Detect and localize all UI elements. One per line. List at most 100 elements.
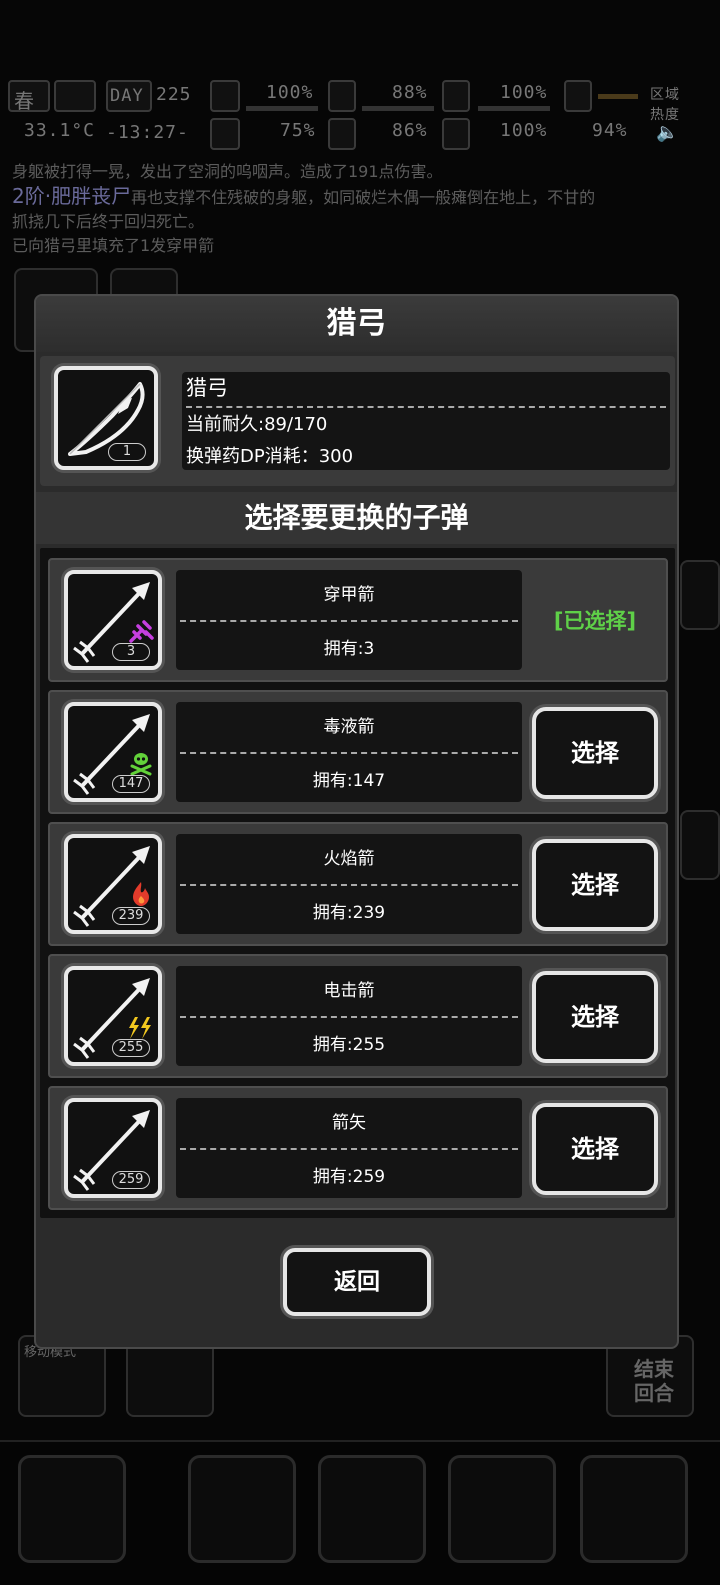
ammo-list[interactable]: 3 穿甲箭 拥有:3 [已选择] 147 毒液箭 拥有:147 选择 239 火… (40, 548, 675, 1218)
select-venom-button[interactable]: 选择 (532, 707, 658, 799)
flame-icon (133, 882, 149, 906)
dialog-title: 猎弓 (36, 296, 677, 352)
ammo-name: 毒液箭 (323, 717, 375, 737)
log-line-rest: 再也支撑不住残破的身躯，如同破烂木偶一般瘫倒在地上，不甘的 (131, 188, 596, 207)
day-label: DAY (110, 86, 144, 106)
ammo-row-venom: 147 毒液箭 拥有:147 选择 (48, 690, 668, 814)
weapon-reload-cost: 换弹药DP消耗：300 (186, 446, 354, 467)
ammo-row-fire: 239 火焰箭 拥有:239 选择 (48, 822, 668, 946)
ammo-icon-box: 147 (64, 702, 162, 802)
end-turn-label: 结束回合 (634, 1357, 674, 1405)
stat-thirst: 86% (392, 120, 428, 141)
medkit-icon (210, 80, 240, 112)
temperature: 33.1°C (24, 120, 96, 141)
stat-sanity: 75% (280, 120, 316, 141)
selected-status: [已选择] (553, 609, 637, 633)
weapon-icon-box: 1 (54, 366, 158, 470)
divider (180, 620, 518, 622)
divider (186, 406, 666, 408)
ammo-row-armor-piercing: 3 穿甲箭 拥有:3 [已选择] (48, 558, 668, 682)
back-button[interactable]: 返回 (283, 1248, 431, 1316)
ammo-icon-box: 255 (64, 966, 162, 1066)
ammo-count-badge: 239 (112, 907, 150, 925)
log-line: 2阶·肥胖丧尸再也支撑不住残破的身躯，如同破烂木偶一般瘫倒在地上，不甘的 (12, 184, 712, 210)
zone-label: 区域 (650, 87, 680, 103)
log-line: 已向猎弓里填充了1发穿甲箭 (12, 236, 215, 255)
divider (180, 1016, 518, 1018)
health-bar (246, 106, 318, 111)
ammo-owned: 拥有:147 (312, 771, 386, 791)
weapon-name: 猎弓 (186, 376, 228, 400)
stat-mood: 100% (500, 120, 548, 141)
select-fire-button[interactable]: 选择 (532, 839, 658, 931)
ammo-name: 电击箭 (323, 981, 375, 1001)
ammo-owned: 拥有:255 (312, 1035, 386, 1055)
divider (180, 752, 518, 754)
stat-health: 100% (266, 82, 314, 103)
battery-icon (442, 80, 470, 112)
lightning-icon (129, 1017, 151, 1039)
stat-hunger: 88% (392, 82, 428, 103)
divider (180, 1148, 518, 1150)
ammo-owned: 拥有:3 (323, 639, 375, 659)
clock: -13:27- (106, 122, 189, 143)
season-box: 春 (8, 80, 50, 113)
ammo-row-shock: 255 电击箭 拥有:255 选择 (48, 954, 668, 1078)
ammo-info: 穿甲箭 拥有:3 (176, 570, 522, 670)
backpack-icon[interactable] (188, 1455, 296, 1563)
ammo-icon-box: 3 (64, 570, 162, 670)
select-arrow-button[interactable]: 选择 (532, 1103, 658, 1195)
ammo-count-badge: 3 (112, 643, 150, 661)
stat-speed: 94% (592, 120, 628, 141)
season-label: 春 (14, 89, 35, 113)
ammo-owned: 拥有:259 (312, 1167, 386, 1187)
weapon-slot-bow-icon[interactable] (18, 1455, 126, 1563)
ammo-row-arrow: 259 箭矢 拥有:259 选择 (48, 1086, 668, 1210)
heat-label: 热度 (650, 107, 680, 123)
bg-slot (680, 560, 720, 630)
ammo-count-badge: 147 (112, 775, 150, 793)
journal-icon[interactable] (448, 1455, 556, 1563)
weapon-panel: 1 猎弓 当前耐久:89/170 换弹药DP消耗：300 (40, 356, 675, 486)
ammo-count-badge: 259 (112, 1171, 150, 1189)
ammo-icon-box: 239 (64, 834, 162, 934)
day-box: DAY (106, 80, 152, 112)
combat-log: 身躯被打得一晃，发出了空洞的呜咽声。造成了191点伤害。 2阶·肥胖丧尸再也支撑… (12, 160, 712, 258)
volume-icon[interactable]: 🔈 (656, 122, 679, 143)
menu-icon[interactable] (580, 1455, 688, 1563)
ammo-count-badge: 255 (112, 1039, 150, 1057)
ammo-icon-box: 259 (64, 1098, 162, 1198)
weapon-info: 猎弓 当前耐久:89/170 换弹药DP消耗：300 (182, 372, 670, 470)
pierce-icon (129, 620, 154, 643)
stomach-icon (328, 80, 356, 112)
heart-icon (442, 118, 470, 150)
hunger-bar (362, 106, 434, 111)
ammo-info: 毒液箭 拥有:147 (176, 702, 522, 802)
speed-bar-top (598, 94, 638, 99)
ammo-info: 火焰箭 拥有:239 (176, 834, 522, 934)
skills-brain-icon[interactable] (318, 1455, 426, 1563)
ammo-select-dialog: 猎弓 1 猎弓 当前耐久:89/170 换弹药DP消耗：300 选择要更换的子弹 (34, 294, 679, 1349)
boot-icon (564, 80, 592, 112)
skull-crossbones-icon (130, 753, 152, 776)
divider (180, 884, 518, 886)
ammo-name: 火焰箭 (323, 849, 375, 869)
stat-stamina: 100% (500, 82, 548, 103)
water-drop-icon (328, 118, 356, 150)
log-line: 抓挠几下后终于回归死亡。 (12, 212, 205, 231)
ammo-section-title: 选择要更换的子弹 (36, 492, 677, 544)
status-hud: 春 DAY 225 33.1°C -13:27- 100% 88% 100% 7… (0, 78, 720, 156)
ammo-owned: 拥有:239 (312, 903, 386, 923)
select-shock-button[interactable]: 选择 (532, 971, 658, 1063)
stamina-bar (478, 106, 550, 111)
brain-icon (210, 118, 240, 150)
bg-slot (680, 810, 720, 880)
weapon-count-badge: 1 (108, 443, 146, 461)
ammo-info: 箭矢 拥有:259 (176, 1098, 522, 1198)
ammo-name: 箭矢 (332, 1113, 366, 1133)
day-number: 225 (156, 84, 192, 105)
ammo-info: 电击箭 拥有:255 (176, 966, 522, 1066)
ammo-name: 穿甲箭 (323, 585, 375, 605)
log-enemy-name: 2阶·肥胖丧尸 (12, 184, 132, 208)
weapon-durability: 当前耐久:89/170 (186, 414, 328, 435)
